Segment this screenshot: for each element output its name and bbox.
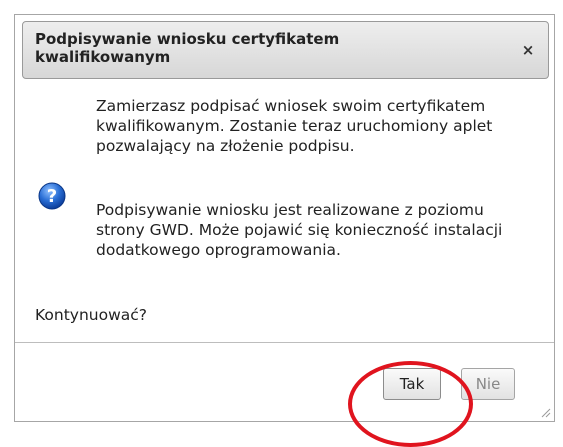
signing-dialog: Podpisywanie wniosku certyfikatem kwalif… [14, 14, 555, 447]
close-button[interactable]: × [520, 42, 536, 58]
question-icon: ? [38, 182, 66, 210]
svg-text:?: ? [47, 186, 57, 207]
continue-question: Kontynuować? [35, 306, 148, 324]
highlight-circle [348, 361, 473, 447]
resize-grip-icon[interactable] [539, 406, 551, 418]
dialog-titlebar[interactable]: Podpisywanie wniosku certyfikatem kwalif… [22, 21, 549, 79]
dialog-message-1: Zamierzasz podpisać wniosek swoim certyf… [96, 97, 493, 155]
dialog-title: Podpisywanie wniosku certyfikatem kwalif… [35, 30, 340, 66]
dialog-message-2: Podpisywanie wniosku jest realizowane z … [96, 201, 503, 259]
button-divider [15, 342, 554, 343]
